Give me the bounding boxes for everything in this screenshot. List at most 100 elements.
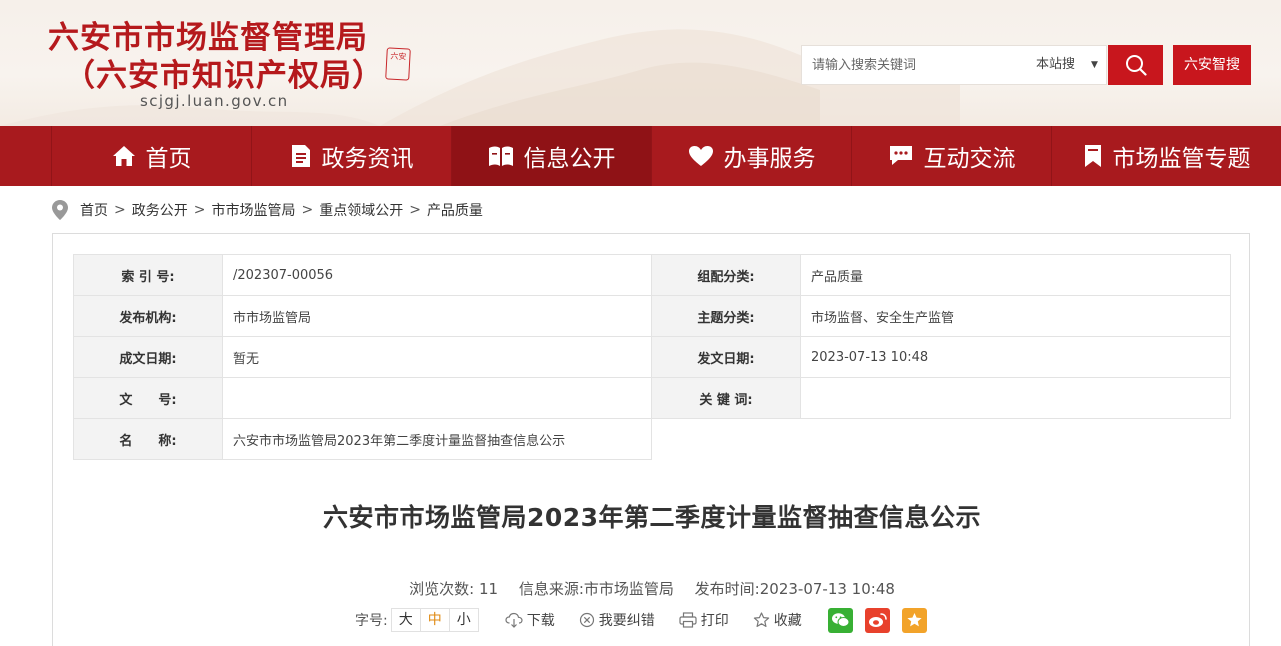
doc-no-value — [222, 377, 652, 419]
breadcrumb-separator: > — [114, 202, 126, 218]
search-input[interactable] — [802, 46, 1022, 84]
bookmark-icon — [1084, 145, 1101, 167]
printer-icon — [679, 612, 697, 628]
index-no-value: /202307-00056 — [222, 254, 652, 296]
print-button[interactable]: 打印 — [679, 610, 729, 630]
metadata-table: 索 引 号: /202307-00056 组配分类: 产品质量 发布机构: 市市… — [73, 254, 1231, 460]
favorite-button[interactable]: 收藏 — [753, 610, 802, 630]
cloud-download-icon — [505, 612, 523, 628]
report-error-button[interactable]: 我要纠错 — [579, 610, 655, 630]
fontsize-small-button[interactable]: 小 — [448, 608, 479, 632]
breadcrumb-bureau[interactable]: 市市场监管局 — [211, 200, 295, 220]
source-info: 信息来源:市市场监管局 — [519, 580, 674, 598]
nav-item-label: 办事服务 — [723, 146, 816, 172]
views-count: 11 — [478, 580, 499, 598]
nav-item-info-open[interactable]: 信息公开 — [451, 126, 651, 186]
source-label: 信息来源: — [518, 580, 584, 598]
document-icon — [291, 145, 310, 167]
topic-value: 市场监督、安全生产监管 — [800, 295, 1231, 337]
chevron-down-icon[interactable]: ▼ — [1091, 46, 1098, 84]
report-error-label: 我要纠错 — [598, 613, 655, 629]
breadcrumb: 首页 > 政务公开 > 市市场监管局 > 重点领域公开 > 产品质量 — [52, 198, 483, 222]
star-outline-icon — [753, 612, 769, 627]
fontsize-medium-button[interactable]: 中 — [419, 608, 450, 632]
nav-item-home[interactable]: 首页 — [51, 126, 251, 186]
empty-cell — [652, 419, 801, 460]
open-book-icon — [488, 146, 513, 166]
category-value: 产品质量 — [800, 254, 1231, 296]
table-row: 名 称: 六安市市场监管局2023年第二季度计量监督抽查信息公示 — [73, 418, 1231, 460]
fontsize-large-button[interactable]: 大 — [390, 608, 421, 632]
search-button[interactable] — [1108, 45, 1163, 85]
fontsize-label: 字号: — [355, 613, 388, 629]
share-wechat-button[interactable] — [827, 607, 853, 633]
print-label: 打印 — [700, 613, 729, 629]
home-icon — [112, 146, 135, 166]
created-date-value: 暂无 — [222, 336, 652, 378]
main-nav: 首页 政务资讯 信息公开 办事服务 互动交流 市场监管专题 — [0, 126, 1281, 186]
qzone-star-icon — [907, 613, 922, 627]
wechat-icon — [831, 613, 850, 627]
table-row: 索 引 号: /202307-00056 组配分类: 产品质量 — [73, 254, 1231, 296]
download-button[interactable]: 下载 — [505, 610, 555, 630]
doc-no-label: 文 号: — [73, 377, 223, 419]
keywords-label: 关 键 词: — [651, 377, 801, 419]
site-subtitle[interactable]: （六安市知识产权局） — [64, 50, 384, 95]
nav-item-label: 政务资讯 — [321, 146, 414, 172]
nav-item-market-topics[interactable]: 市场监管专题 — [1051, 126, 1281, 186]
topic-label: 主题分类: — [651, 295, 801, 337]
seal-text: 六安 — [390, 51, 407, 62]
heart-icon — [688, 146, 713, 166]
time-value: 2023-07-13 10:48 — [759, 580, 895, 598]
issued-date-label: 发文日期: — [651, 336, 801, 378]
download-label: 下载 — [526, 613, 555, 629]
content-panel: 索 引 号: /202307-00056 组配分类: 产品质量 发布机构: 市市… — [52, 233, 1250, 646]
breadcrumb-separator: > — [193, 202, 206, 218]
seal-stamp: 六安 — [385, 47, 411, 81]
favorite-label: 收藏 — [773, 613, 802, 629]
category-label: 组配分类: — [651, 254, 801, 296]
error-circle-icon — [579, 612, 594, 628]
breadcrumb-separator: > — [301, 202, 314, 218]
empty-cell — [801, 419, 1231, 460]
table-row: 成文日期: 暂无 发文日期: 2023-07-13 10:48 — [73, 336, 1231, 378]
site-domain: scjgj.luan.gov.cn — [140, 92, 289, 110]
created-date-label: 成文日期: — [73, 336, 223, 378]
share-qzone-button[interactable] — [901, 607, 927, 633]
breadcrumb-home[interactable]: 首页 — [80, 200, 108, 220]
name-value: 六安市市场监管局2023年第二季度计量监督抽查信息公示 — [222, 418, 652, 460]
share-weibo-button[interactable] — [864, 607, 890, 633]
article-toolbar: 字号: 大 中 小 下载 我要纠错 打印 收藏 — [355, 607, 927, 633]
table-row: 发布机构: 市市场监管局 主题分类: 市场监督、安全生产监管 — [73, 295, 1231, 337]
nav-item-news[interactable]: 政务资讯 — [251, 126, 451, 186]
issued-date-value: 2023-07-13 10:48 — [800, 336, 1231, 378]
time-label: 发布时间: — [694, 580, 760, 598]
breadcrumb-product-quality[interactable]: 产品质量 — [427, 200, 483, 220]
publisher-label: 发布机构: — [73, 295, 223, 337]
breadcrumb-separator: > — [409, 202, 421, 218]
nav-item-label: 首页 — [145, 146, 192, 172]
search-box: 本站搜 ▼ — [801, 45, 1107, 85]
weibo-icon — [868, 613, 887, 627]
views-info: 浏览次数: 11 — [409, 580, 498, 598]
publisher-value: 市市场监管局 — [222, 295, 652, 337]
breadcrumb-gov-open[interactable]: 政务公开 — [132, 200, 188, 220]
nav-item-interaction[interactable]: 互动交流 — [851, 126, 1051, 186]
article-info: 浏览次数: 11 信息来源:市市场监管局 发布时间:2023-07-13 10:… — [53, 578, 1251, 599]
site-header: 六安市市场监督管理局 （六安市知识产权局） scjgj.luan.gov.cn … — [0, 0, 1281, 126]
breadcrumb-key-areas[interactable]: 重点领域公开 — [319, 200, 403, 220]
views-label: 浏览次数: — [409, 580, 475, 598]
fontsize-switcher: 大 中 小 — [390, 608, 479, 632]
location-pin-icon — [52, 200, 68, 220]
source-value: 市市场监管局 — [583, 580, 674, 598]
zhisou-button[interactable]: 六安智搜 — [1173, 45, 1251, 85]
search-scope-select[interactable]: 本站搜 — [1036, 46, 1075, 84]
chat-icon — [889, 146, 912, 165]
nav-item-services[interactable]: 办事服务 — [651, 126, 851, 186]
keywords-value — [800, 377, 1231, 419]
nav-item-label: 互动交流 — [923, 146, 1016, 172]
nav-item-label: 市场监管专题 — [1112, 146, 1251, 172]
search-icon — [1125, 55, 1147, 76]
article-title: 六安市市场监管局2023年第二季度计量监督抽查信息公示 — [322, 503, 982, 532]
index-no-label: 索 引 号: — [73, 254, 223, 296]
